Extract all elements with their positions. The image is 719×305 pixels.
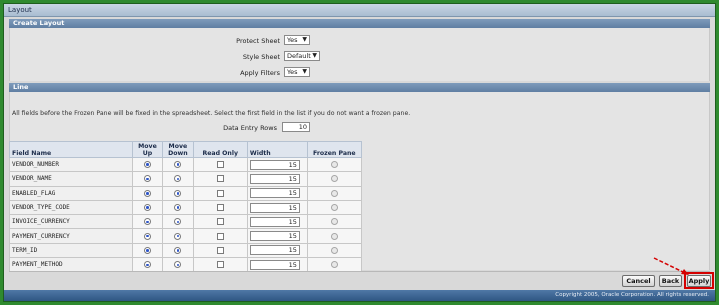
frozen-pane-radio[interactable] (330, 189, 338, 197)
frozen-pane-radio[interactable] (330, 261, 338, 269)
table-row: TERM_ID 15 (9, 242, 363, 259)
apply-filters-label: Apply Filters (240, 69, 280, 77)
line-header: Line (9, 83, 710, 92)
table-row: PAYMENT_METHOD 15 (9, 257, 363, 273)
field-table: Field Name Move Up Move Down Read Only W… (9, 141, 363, 273)
width-input[interactable]: 15 (249, 231, 300, 242)
move-down-radio[interactable] (174, 204, 182, 212)
move-down-radio[interactable] (174, 246, 182, 254)
button-divider (9, 271, 710, 272)
col-width: Width (246, 141, 308, 158)
frozen-pane-radio[interactable] (330, 161, 338, 169)
field-name-cell: VENDOR_NAME (9, 171, 133, 187)
frozen-pane-radio[interactable] (330, 204, 338, 212)
move-up-radio[interactable] (143, 161, 151, 169)
move-down-radio[interactable] (174, 161, 182, 169)
read-only-checkbox[interactable] (216, 161, 224, 169)
move-up-radio[interactable] (143, 218, 151, 226)
read-only-checkbox[interactable] (216, 232, 224, 240)
field-name-cell: ENABLED_FLAG (9, 185, 133, 201)
data-entry-rows-input[interactable]: 10 (282, 122, 310, 132)
width-input[interactable]: 15 (249, 202, 300, 213)
read-only-checkbox[interactable] (216, 204, 224, 212)
col-move-down: Move Down (162, 141, 194, 158)
width-input[interactable]: 15 (249, 173, 300, 184)
read-only-checkbox[interactable] (216, 175, 224, 183)
layout-window: Layout Create Layout Protect Sheet Yes ▼… (3, 3, 716, 302)
create-layout-header: Create Layout (9, 19, 710, 28)
chevron-down-icon: ▼ (312, 52, 317, 59)
read-only-checkbox[interactable] (216, 246, 224, 254)
window-title: Layout (4, 4, 715, 17)
frozen-pane-radio[interactable] (330, 218, 338, 226)
frozen-pane-radio[interactable] (330, 246, 338, 254)
field-name-cell: TERM_ID (9, 242, 133, 259)
move-down-radio[interactable] (174, 218, 182, 226)
style-sheet-label: Style Sheet (242, 53, 280, 61)
move-up-radio[interactable] (143, 246, 151, 254)
chevron-down-icon: ▼ (302, 68, 307, 75)
width-input[interactable]: 15 (249, 259, 300, 270)
field-name-cell: PAYMENT_METHOD (9, 257, 133, 273)
table-row: VENDOR_TYPE_CODE 15 (9, 199, 363, 216)
frozen-pane-radio[interactable] (330, 232, 338, 240)
table-row: PAYMENT_CURRENCY 15 (9, 228, 363, 244)
read-only-checkbox[interactable] (216, 189, 224, 197)
create-layout-body: Protect Sheet Yes ▼ Style Sheet Default … (9, 28, 710, 81)
frozen-pane-instruction: All fields before the Frozen Pane will b… (12, 110, 411, 117)
data-entry-rows-label: Data Entry Rows (223, 124, 277, 132)
width-input[interactable]: 15 (249, 188, 300, 199)
read-only-checkbox[interactable] (216, 218, 224, 226)
width-input[interactable]: 15 (249, 216, 300, 227)
move-down-radio[interactable] (174, 261, 182, 269)
width-input[interactable]: 15 (249, 159, 300, 170)
move-up-radio[interactable] (143, 189, 151, 197)
col-move-up: Move Up (131, 141, 164, 158)
move-down-radio[interactable] (174, 232, 182, 240)
cancel-button[interactable]: Cancel (622, 275, 655, 287)
field-name-cell: VENDOR_TYPE_CODE (9, 199, 133, 216)
footer-copyright: Copyright 2005, Oracle Corporation. All … (4, 290, 715, 301)
table-header-row: Field Name Move Up Move Down Read Only W… (9, 141, 363, 158)
protect-sheet-label: Protect Sheet (236, 37, 280, 45)
table-row: VENDOR_NUMBER 15 (9, 156, 363, 173)
move-down-radio[interactable] (174, 189, 182, 197)
field-name-cell: VENDOR_NUMBER (9, 156, 133, 173)
table-row: VENDOR_NAME 15 (9, 171, 363, 187)
col-read-only: Read Only (192, 141, 248, 158)
style-sheet-select[interactable]: Default ▼ (284, 51, 320, 61)
back-button[interactable]: Back (659, 275, 682, 287)
apply-filters-select[interactable]: Yes ▼ (284, 67, 310, 77)
read-only-checkbox[interactable] (216, 261, 224, 269)
table-row: INVOICE_CURRENCY 15 (9, 214, 363, 230)
apply-button[interactable]: Apply (687, 275, 711, 287)
chevron-down-icon: ▼ (302, 36, 307, 43)
field-name-cell: INVOICE_CURRENCY (9, 214, 133, 230)
move-up-radio[interactable] (143, 261, 151, 269)
width-input[interactable]: 15 (249, 245, 300, 256)
protect-sheet-select[interactable]: Yes ▼ (284, 35, 310, 45)
move-up-radio[interactable] (143, 232, 151, 240)
field-name-cell: PAYMENT_CURRENCY (9, 228, 133, 244)
col-field-name: Field Name (9, 141, 133, 158)
col-frozen-pane: Frozen Pane (306, 141, 363, 158)
move-up-radio[interactable] (143, 175, 151, 183)
table-row: ENABLED_FLAG 15 (9, 185, 363, 201)
move-up-radio[interactable] (143, 204, 151, 212)
move-down-radio[interactable] (174, 175, 182, 183)
frozen-pane-radio[interactable] (330, 175, 338, 183)
